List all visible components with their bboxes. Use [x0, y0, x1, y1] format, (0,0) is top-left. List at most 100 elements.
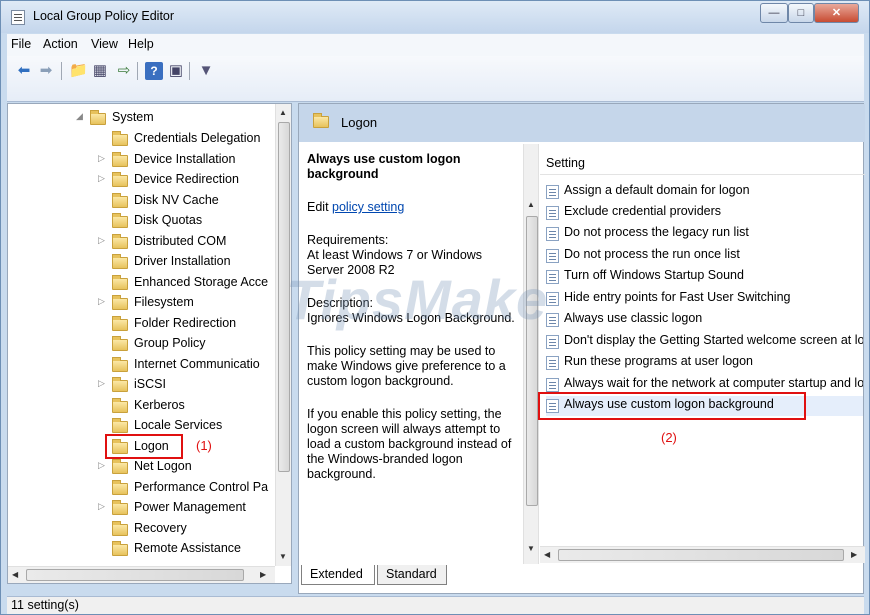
folder-icon — [112, 234, 128, 249]
setting-label: Do not process the run once list — [564, 247, 740, 261]
app-window: Local Group Policy Editor — □ ✕ File Act… — [0, 0, 870, 615]
setting-row[interactable]: Always use classic logon — [546, 310, 863, 330]
scroll-left-arrow-icon[interactable]: ◀ — [544, 550, 550, 559]
scroll-up-arrow-icon[interactable]: ▲ — [527, 200, 535, 209]
folder-icon — [112, 295, 128, 310]
toolbar-separator — [189, 62, 190, 80]
menu-help[interactable]: Help — [128, 37, 154, 51]
tree-item-label: Locale Services — [134, 418, 223, 432]
back-arrow-icon[interactable]: ⬅ — [15, 62, 33, 80]
scroll-down-arrow-icon[interactable]: ▼ — [279, 552, 287, 561]
setting-label: Hide entry points for Fast User Switchin… — [564, 290, 791, 304]
tree-item-label: Remote Assistance — [134, 541, 241, 555]
policy-setting-icon — [546, 206, 559, 220]
scroll-right-arrow-icon[interactable]: ▶ — [260, 570, 266, 579]
status-text: 11 setting(s) — [11, 598, 79, 612]
edit-prefix: Edit — [307, 200, 333, 214]
menu-file[interactable]: File — [11, 37, 31, 51]
description-paragraph-2: If you enable this policy setting, the l… — [307, 407, 512, 481]
folder-icon — [90, 110, 106, 125]
tree-item-label: Filesystem — [134, 295, 194, 309]
toolbar: ⬅ ➡ 📁 ▦ ⇨ ? ▣ ▼ — [7, 56, 864, 102]
settings-horizontal-scrollbar[interactable]: ◀ ▶ — [540, 546, 865, 563]
folder-icon — [112, 275, 128, 290]
policy-setting-icon — [546, 185, 559, 199]
tree-item-label: Disk NV Cache — [134, 193, 219, 207]
help-icon[interactable]: ? — [145, 62, 163, 80]
description-scrollbar[interactable]: ▲ ▼ — [523, 144, 539, 564]
setting-label: Turn off Windows Startup Sound — [564, 268, 744, 282]
minimize-button[interactable]: — — [760, 3, 788, 23]
tree-item-label: Device Installation — [134, 152, 236, 166]
tree-item-performance-control[interactable]: Performance Control Pa — [112, 480, 278, 500]
expand-arrow-icon[interactable]: ▷ — [98, 296, 105, 307]
properties-icon[interactable]: ▣ — [167, 62, 185, 80]
folder-icon — [112, 377, 128, 392]
scroll-up-arrow-icon[interactable]: ▲ — [279, 108, 287, 117]
expand-arrow-icon[interactable]: ▷ — [98, 501, 105, 512]
tree-item-label: Performance Control Pa — [134, 480, 269, 494]
tree-vertical-scrollbar[interactable]: ▲ ▼ — [275, 104, 291, 566]
tree-item-label: Internet Communicatio — [134, 357, 260, 371]
close-button[interactable]: ✕ — [814, 3, 859, 23]
scroll-down-arrow-icon[interactable]: ▼ — [527, 544, 535, 553]
tab-standard[interactable]: Standard — [377, 565, 447, 585]
tree-item-label: Recovery — [134, 521, 187, 535]
scrollbar-thumb[interactable] — [26, 569, 244, 581]
annotation-box-setting — [538, 392, 806, 420]
setting-row[interactable]: Turn off Windows Startup Sound — [546, 267, 863, 287]
edit-policy-setting-link[interactable]: policy setting — [332, 200, 404, 214]
requirements-label: Requirements: — [307, 233, 389, 247]
tree-item-label: Credentials Delegation — [134, 131, 261, 145]
setting-label: Don't display the Getting Started welcom… — [564, 333, 863, 347]
filter-icon[interactable]: ▼ — [197, 62, 215, 80]
expand-arrow-icon[interactable]: ▷ — [98, 378, 105, 389]
export-list-icon[interactable]: ⇨ — [115, 62, 133, 80]
description-paragraph-1: This policy setting may be used to make … — [307, 344, 506, 388]
setting-row[interactable]: Hide entry points for Fast User Switchin… — [546, 289, 863, 309]
menu-view[interactable]: View — [91, 37, 118, 51]
setting-label: Exclude credential providers — [564, 204, 722, 218]
show-hide-tree-icon[interactable]: ▦ — [91, 62, 109, 80]
policy-setting-icon — [546, 335, 559, 349]
setting-row[interactable]: Assign a default domain for logon — [546, 182, 863, 202]
tree-pane[interactable]: ◢ System Credentials Delegation ▷ Device… — [7, 103, 292, 584]
folder-icon — [112, 213, 128, 228]
status-bar: 11 setting(s) — [7, 596, 864, 614]
setting-row[interactable]: Don't display the Getting Started welcom… — [546, 332, 863, 352]
policy-setting-icon — [546, 378, 559, 392]
maximize-button[interactable]: □ — [788, 3, 814, 23]
window-title: Local Group Policy Editor — [33, 9, 175, 23]
tree-item-label: System — [112, 110, 154, 124]
collapse-arrow-icon[interactable]: ◢ — [76, 111, 83, 122]
tab-extended[interactable]: Extended — [301, 565, 375, 585]
folder-icon — [112, 193, 128, 208]
tree-item-label: Disk Quotas — [134, 213, 203, 227]
expand-arrow-icon[interactable]: ▷ — [98, 460, 105, 471]
expand-arrow-icon[interactable]: ▷ — [98, 153, 105, 164]
expand-arrow-icon[interactable]: ▷ — [98, 173, 105, 184]
menu-action[interactable]: Action — [43, 37, 78, 51]
setting-column-header[interactable]: Setting — [546, 156, 585, 170]
tree-horizontal-scrollbar[interactable]: ◀ ▶ — [8, 566, 275, 583]
tree-item-label: Distributed COM — [134, 234, 227, 248]
scrollbar-thumb[interactable] — [558, 549, 844, 561]
tree-item-enhanced-storage[interactable]: Enhanced Storage Acce — [112, 275, 278, 295]
tree-item-internet-communication[interactable]: ▷ Internet Communicatio — [112, 357, 278, 377]
scroll-right-arrow-icon[interactable]: ▶ — [851, 550, 857, 559]
setting-row[interactable]: Run these programs at user logon — [546, 353, 863, 373]
toolbar-separator — [137, 62, 138, 80]
setting-label: Always use classic logon — [564, 311, 703, 325]
tree-item-label: Group Policy — [134, 336, 206, 350]
setting-row[interactable]: Do not process the legacy run list — [546, 224, 863, 244]
pane-header: Logon — [299, 104, 865, 142]
scroll-left-arrow-icon[interactable]: ◀ — [12, 570, 18, 579]
setting-row[interactable]: Exclude credential providers — [546, 203, 863, 223]
forward-arrow-icon[interactable]: ➡ — [37, 62, 55, 80]
scrollbar-thumb[interactable] — [526, 216, 538, 506]
expand-arrow-icon[interactable]: ▷ — [98, 235, 105, 246]
folder-icon — [112, 418, 128, 433]
setting-row[interactable]: Do not process the run once list — [546, 246, 863, 266]
toolbar-separator — [61, 62, 62, 80]
up-folder-icon[interactable]: 📁 — [69, 62, 88, 80]
